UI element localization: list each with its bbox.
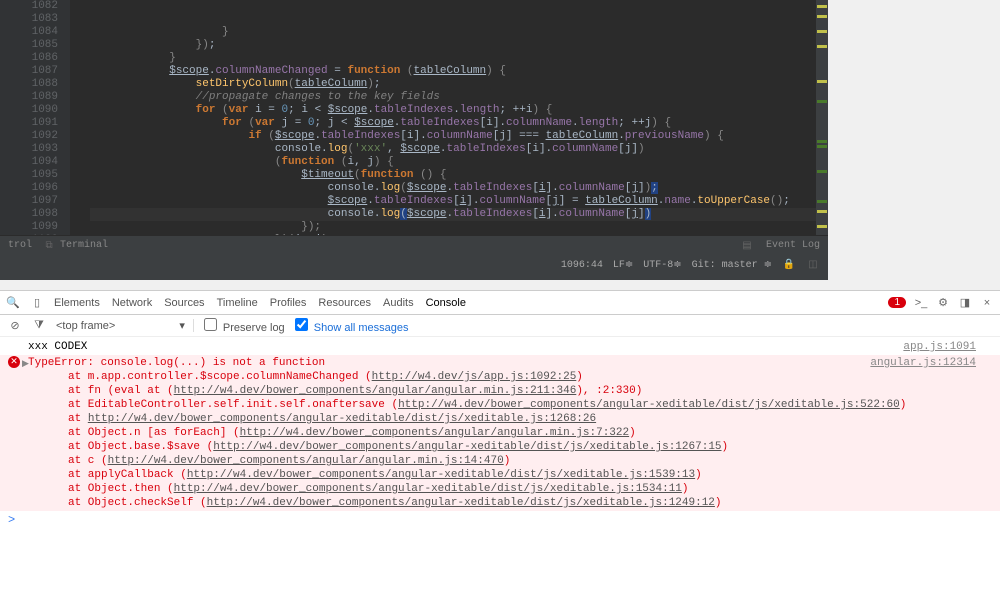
frame-selector[interactable]: <top frame> ▾ (56, 319, 194, 332)
stack-link[interactable]: http://w4.dev/bower_components/angular-x… (213, 441, 721, 453)
console-drawer-icon[interactable]: >_ (914, 296, 928, 310)
filter-icon[interactable]: ⧩ (32, 319, 46, 333)
preserve-log-checkbox[interactable]: Preserve log (204, 318, 285, 334)
disclosure-triangle-icon[interactable]: ▶ (22, 357, 29, 371)
stack-link[interactable]: http://w4.dev/bower_components/angular-x… (88, 413, 596, 425)
tab-resources[interactable]: Resources (318, 297, 371, 309)
tab-sources[interactable]: Sources (164, 297, 204, 309)
devtools-tab-bar: 🔍 ▯ Elements Network Sources Timeline Profil… (0, 291, 1000, 315)
terminal-button[interactable]: Terminal (60, 240, 108, 251)
caret-position: 1096:44 (561, 260, 603, 271)
device-icon[interactable]: ▯ (30, 296, 44, 310)
console-prompt[interactable]: > (0, 511, 1000, 529)
stack-frame: at c (http://w4.dev/bower_components/ang… (68, 454, 976, 468)
tab-timeline[interactable]: Timeline (217, 297, 258, 309)
marker-stripe[interactable] (816, 0, 828, 235)
stack-link[interactable]: http://w4.dev/bower_components/angular/a… (240, 427, 629, 439)
ide-editor-panel: 1082108310841085108610871088108910901091… (0, 0, 828, 280)
stack-frame: at http://w4.dev/bower_components/angula… (68, 412, 976, 426)
console-log-entry: app.js:1091 xxx CODEX (0, 339, 1000, 355)
tool-window-btn[interactable]: trol (8, 240, 32, 251)
console-error-entry: ✕ ▶ angular.js:12314 TypeError: console.… (0, 355, 1000, 511)
stack-frame: at Object.base.$save (http://w4.dev/bowe… (68, 440, 976, 454)
stack-link[interactable]: http://w4.dev/bower_components/angular-x… (398, 399, 900, 411)
error-icon: ✕ (8, 356, 20, 368)
source-link[interactable]: angular.js:12314 (870, 356, 976, 370)
code-editor[interactable]: } }); } $scope.columnNameChanged = funct… (70, 0, 828, 235)
devtools-panel: 🔍 ▯ Elements Network Sources Timeline Profil… (0, 290, 1000, 596)
ide-bottom-toolbar: trol ⧉ Terminal ▤ Event Log (0, 235, 828, 255)
ide-status-bar: 1096:44 LF≑ UTF-8≑ Git: master ≑ 🔒 ◫ (0, 255, 828, 275)
clear-console-icon[interactable]: ⊘ (8, 319, 22, 333)
terminal-icon[interactable]: ⧉ (42, 239, 56, 253)
close-icon[interactable]: × (980, 296, 994, 310)
error-count-badge[interactable]: 1 (888, 297, 906, 308)
stack-frame: at m.app.controller.$scope.columnNameCha… (68, 370, 976, 384)
inspect-icon[interactable]: ◫ (806, 258, 820, 272)
stack-frame: at fn (eval at (http://w4.dev/bower_comp… (68, 384, 976, 398)
stack-frame: at Object.n [as forEach] (http://w4.dev/… (68, 426, 976, 440)
search-icon[interactable]: 🔍 (6, 296, 20, 310)
tab-console[interactable]: Console (426, 297, 466, 309)
lock-icon[interactable]: 🔒 (782, 258, 796, 272)
stack-frame: at Object.then (http://w4.dev/bower_comp… (68, 482, 976, 496)
stack-link[interactable]: http://w4.dev/js/app.js:1092:25 (372, 371, 577, 383)
stack-link[interactable]: http://w4.dev/bower_components/angular-x… (207, 497, 715, 509)
stack-link[interactable]: http://w4.dev/bower_components/angular-x… (174, 483, 682, 495)
console-output[interactable]: app.js:1091 xxx CODEX ✕ ▶ angular.js:123… (0, 337, 1000, 577)
tab-elements[interactable]: Elements (54, 297, 100, 309)
stack-frame: at applyCallback (http://w4.dev/bower_co… (68, 468, 976, 482)
stack-frame: at Object.checkSelf (http://w4.dev/bower… (68, 496, 976, 510)
line-separator[interactable]: LF≑ (613, 259, 633, 271)
show-all-messages-checkbox[interactable]: Show all messages (295, 318, 409, 334)
stack-frame: at EditableController.self.init.self.ona… (68, 398, 976, 412)
source-link[interactable]: app.js:1091 (903, 340, 976, 354)
git-branch[interactable]: Git: master ≑ (692, 259, 772, 271)
event-log-icon[interactable]: ▤ (740, 239, 754, 253)
console-filter-bar: ⊘ ⧩ <top frame> ▾ Preserve log Show all … (0, 315, 1000, 337)
dock-icon[interactable]: ◨ (958, 296, 972, 310)
tab-audits[interactable]: Audits (383, 297, 414, 309)
stack-link[interactable]: http://w4.dev/bower_components/angular/a… (174, 385, 577, 397)
stack-link[interactable]: http://w4.dev/bower_components/angular-x… (187, 469, 695, 481)
settings-gear-icon[interactable]: ⚙ (936, 296, 950, 310)
tab-profiles[interactable]: Profiles (270, 297, 307, 309)
tab-network[interactable]: Network (112, 297, 152, 309)
chevron-down-icon: ▾ (179, 319, 185, 332)
line-number-gutter[interactable]: 1082108310841085108610871088108910901091… (0, 0, 70, 235)
stack-link[interactable]: http://w4.dev/bower_components/angular/a… (108, 455, 504, 467)
file-encoding[interactable]: UTF-8≑ (643, 259, 681, 271)
event-log-button[interactable]: Event Log (766, 240, 820, 251)
